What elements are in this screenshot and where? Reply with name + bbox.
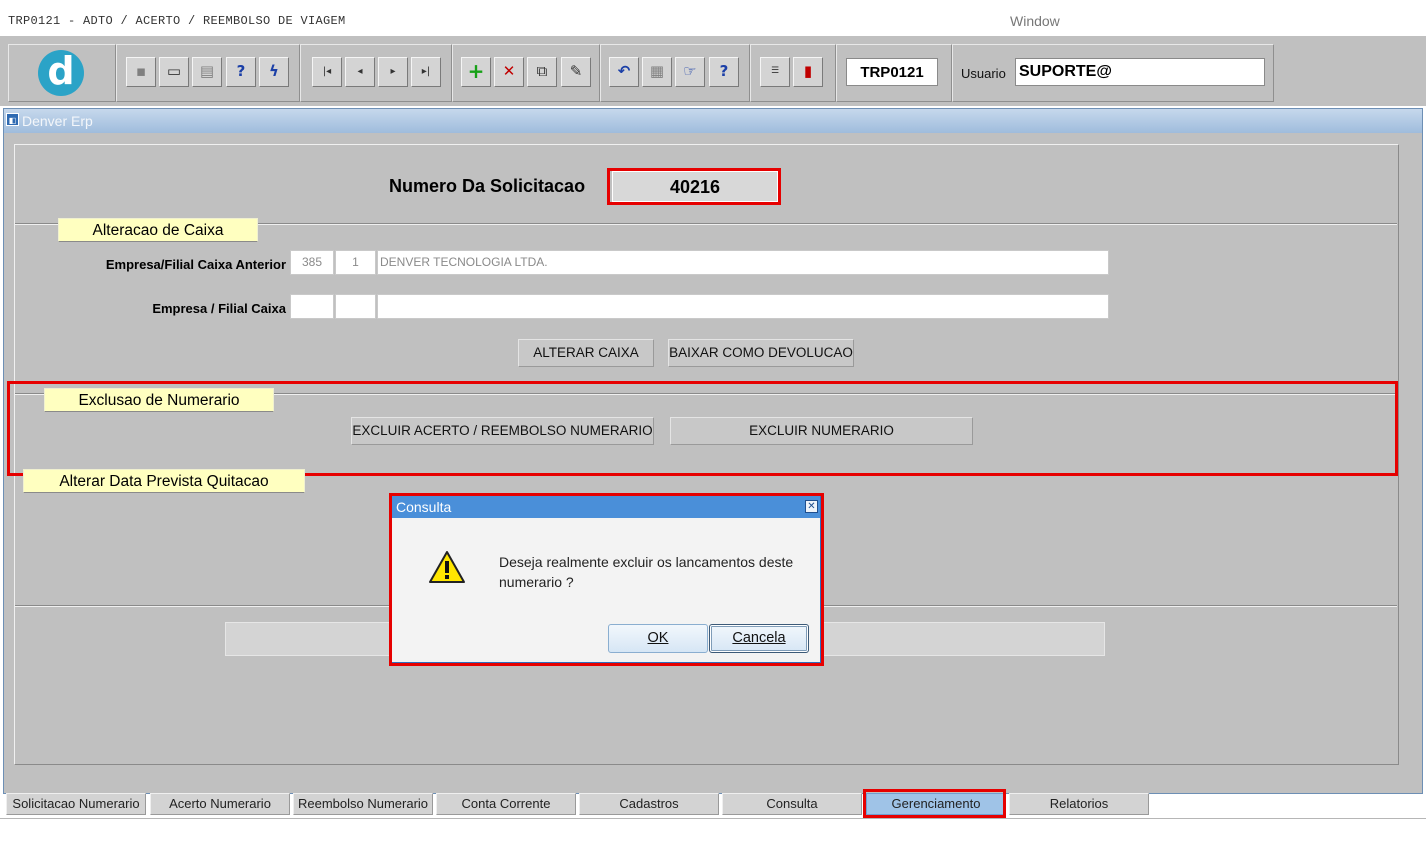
caixa-empresa-field[interactable]	[290, 294, 334, 319]
section-alteracao-caixa: Alteracao de Caixa	[58, 218, 258, 242]
warning-icon	[429, 551, 465, 583]
next-record-icon[interactable]: ▸	[378, 57, 408, 87]
tab-consulta[interactable]: Consulta	[722, 793, 862, 815]
dialog-titlebar	[392, 496, 820, 518]
window-menu[interactable]: Window	[1010, 13, 1060, 29]
tab-relatorios[interactable]: Relatorios	[1009, 793, 1149, 815]
tab-solicitacao-numerario[interactable]: Solicitacao Numerario	[6, 793, 146, 815]
close-icon[interactable]: ✕	[805, 500, 818, 513]
help-icon[interactable]: ?	[709, 57, 739, 87]
tab-conta-corrente[interactable]: Conta Corrente	[436, 793, 576, 815]
execute-query-icon[interactable]: ϟ	[259, 57, 289, 87]
solicitacao-field[interactable]: 40216	[612, 171, 778, 202]
dialog-title: Consulta	[396, 499, 452, 515]
cancel-button[interactable]: Cancela	[709, 624, 809, 653]
solicitacao-label: Numero Da Solicitacao	[389, 176, 586, 196]
user-field: SUPORTE@	[1015, 58, 1265, 86]
inner-window-titlebar	[4, 109, 1422, 133]
list-values-icon[interactable]: ☞	[675, 57, 705, 87]
undo-icon[interactable]: ↶	[609, 57, 639, 87]
tab-cadastros[interactable]: Cadastros	[579, 793, 719, 815]
app-title: TRP0121 - ADTO / ACERTO / REEMBOLSO DE V…	[8, 14, 346, 28]
baixar-devolucao-button[interactable]: BAIXAR COMO DEVOLUCAO	[668, 339, 854, 367]
tab-acerto-numerario[interactable]: Acerto Numerario	[150, 793, 290, 815]
inner-window-title: Denver Erp	[22, 113, 93, 129]
form-code-field: TRP0121	[846, 58, 938, 86]
last-record-icon[interactable]: ▸|	[411, 57, 441, 87]
caixa-filial-field[interactable]	[335, 294, 376, 319]
previous-record-icon[interactable]: ◂	[345, 57, 375, 87]
insert-record-icon[interactable]: +	[461, 57, 491, 87]
clear-record-icon[interactable]: ✎	[561, 57, 591, 87]
bottom-strip	[0, 818, 1426, 851]
query-icon[interactable]: ?	[226, 57, 256, 87]
menu-icon[interactable]: ☰	[760, 57, 790, 87]
window-app-icon: ◧	[6, 113, 19, 126]
excluir-acerto-button[interactable]: EXCLUIR ACERTO / REEMBOLSO NUMERARIO	[351, 417, 654, 445]
excluir-numerario-button[interactable]: EXCLUIR NUMERARIO	[670, 417, 973, 445]
caixa-anterior-label: Empresa/Filial Caixa Anterior	[105, 257, 286, 272]
alterar-caixa-button[interactable]: ALTERAR CAIXA	[518, 339, 654, 367]
save-icon[interactable]: ▪	[126, 57, 156, 87]
caixa-anterior-empresa-field[interactable]: 385	[290, 250, 334, 275]
section-alterar-data: Alterar Data Prevista Quitacao	[23, 469, 305, 493]
exit-icon[interactable]: ▮	[793, 57, 823, 87]
first-record-icon[interactable]: |◂	[312, 57, 342, 87]
delete-record-icon[interactable]: ✕	[494, 57, 524, 87]
caixa-label: Empresa / Filial Caixa	[152, 301, 286, 316]
caixa-nome-field[interactable]	[377, 294, 1109, 319]
ok-button[interactable]: OK	[608, 624, 708, 653]
clipboard-icon[interactable]: ▦	[642, 57, 672, 87]
print-icon[interactable]: ▤	[192, 57, 222, 87]
section-exclusao-numerario: Exclusao de Numerario	[44, 388, 274, 412]
caixa-anterior-nome-field[interactable]: DENVER TECNOLOGIA LTDA.	[377, 250, 1109, 275]
tab-reembolso-numerario[interactable]: Reembolso Numerario	[293, 793, 433, 815]
user-label: Usuario	[961, 66, 1006, 81]
duplicate-record-icon[interactable]: ⧉	[527, 57, 557, 87]
caixa-anterior-filial-field[interactable]: 1	[335, 250, 376, 275]
denver-logo-icon: d	[38, 50, 84, 96]
tab-gerenciamento[interactable]: Gerenciamento	[866, 793, 1006, 815]
dialog-message: Deseja realmente excluir os lancamentos …	[499, 554, 794, 590]
window-icon[interactable]: ▭	[159, 57, 189, 87]
